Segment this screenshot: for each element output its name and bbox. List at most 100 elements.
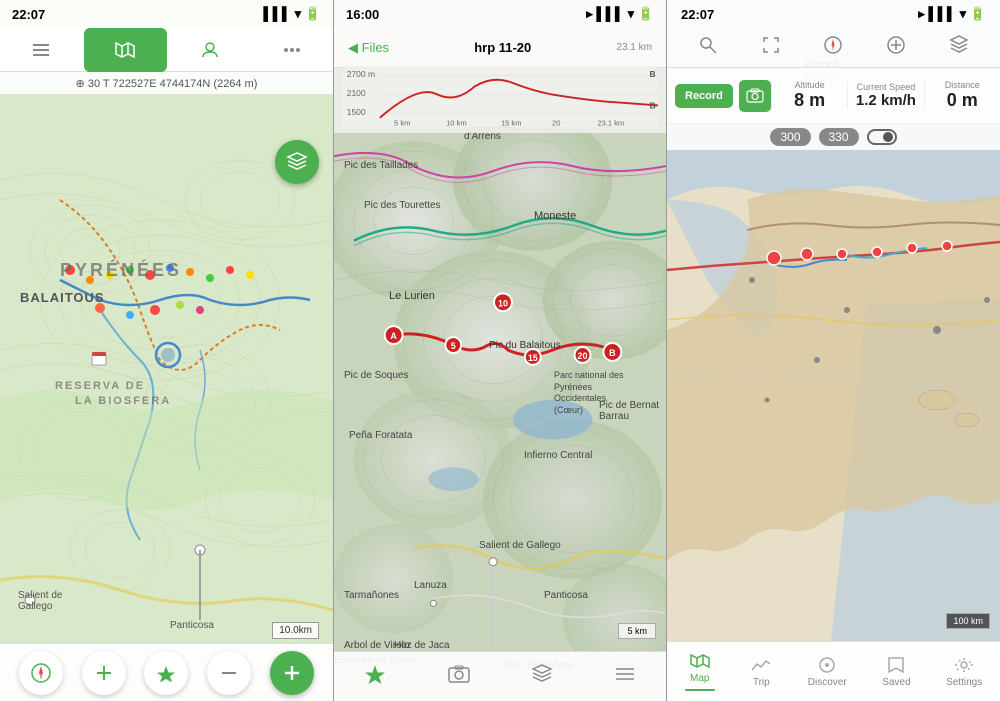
- infierno-label: Infierno Central: [524, 450, 592, 461]
- location-button-1[interactable]: [144, 651, 188, 695]
- tab-map-label: Map: [690, 673, 709, 684]
- scale-text-1: 10.0km: [279, 625, 312, 636]
- scale-text-3: 100 km: [953, 616, 983, 626]
- layers-button-3[interactable]: [949, 35, 969, 60]
- time-1: 22:07: [12, 7, 45, 22]
- camera-button[interactable]: [739, 80, 771, 112]
- compass-button[interactable]: [19, 651, 63, 695]
- altitude-stat: Altitude 8 m: [771, 80, 847, 111]
- tarmañones-label: Tarmañones: [344, 590, 399, 601]
- svg-text:20: 20: [578, 351, 588, 361]
- pyrenes-label: PYRÉNÉES: [60, 260, 182, 281]
- camera-btn-2[interactable]: [439, 655, 479, 698]
- svg-text:5 km: 5 km: [394, 118, 410, 127]
- layers-btn-2[interactable]: [523, 655, 561, 698]
- svg-text:23.1 km: 23.1 km: [597, 118, 624, 127]
- layers-button[interactable]: [275, 140, 319, 184]
- more-button[interactable]: [251, 28, 333, 72]
- svg-text:A: A: [390, 331, 397, 341]
- tab-trip-label: Trip: [753, 677, 770, 688]
- lanuza-label: Lanuza: [414, 580, 447, 591]
- map-tab-button[interactable]: [84, 28, 166, 72]
- panticosa-label: Panticosa: [170, 620, 214, 631]
- zoom-out-button[interactable]: [207, 651, 251, 695]
- tab-saved[interactable]: Saved: [882, 656, 910, 688]
- moneste-label: Moneste: [534, 210, 576, 222]
- record-button[interactable]: Record: [675, 84, 733, 108]
- map-toolbar-3: [667, 28, 1000, 68]
- speed-stat: Current Speed 1.2 km/h: [847, 82, 923, 109]
- route-title: hrp 11-20: [474, 40, 531, 55]
- speed-value: 1.2 km/h: [856, 92, 916, 109]
- svg-text:2700 m: 2700 m: [347, 69, 375, 79]
- panel-map-2: A 5 10 15 20 B 16:00 ▸ ▌▌▌ ▾ 🔋 ◀ Files h…: [333, 0, 667, 701]
- svg-text:B: B: [609, 348, 616, 358]
- distance-label: Distance: [945, 80, 980, 90]
- plus-button-3[interactable]: [886, 35, 906, 60]
- hoz-label: Hoz de Jaca: [394, 640, 450, 651]
- peña-label: Peña Foratata: [349, 430, 412, 441]
- status-bar-1: 22:07 ▌▌▌ ▾ 🔋: [0, 0, 333, 28]
- stats-bar: Record Altitude 8 m Current Speed 1.2 km…: [667, 68, 1000, 124]
- reserva-label: RESERVA DE: [55, 380, 145, 392]
- time-2: 16:00: [346, 7, 379, 22]
- svg-text:B: B: [649, 100, 655, 110]
- taillades-label: Pic des Taillades: [344, 160, 418, 171]
- bottom-toolbar-1: [0, 643, 333, 701]
- panticosa2-label: Panticosa: [544, 590, 588, 601]
- tab-trip[interactable]: Trip: [750, 656, 772, 688]
- tourettes-label: Pic des Tourettes: [364, 200, 441, 211]
- balaitous-label: BALAITOUS: [20, 290, 105, 305]
- add-button[interactable]: [270, 651, 314, 695]
- expand-button-3[interactable]: [761, 35, 781, 60]
- nav-distances: 23.1 km: [616, 42, 652, 53]
- nav-bar-2: ◀ Files hrp 11-20 23.1 km: [334, 28, 666, 68]
- counter-val2[interactable]: 330: [819, 128, 859, 146]
- svg-text:15: 15: [528, 353, 538, 363]
- status-bar-3: 22:07 ▸ ▌▌▌ ▾ 🔋: [667, 0, 1000, 28]
- time-3: 22:07: [681, 7, 714, 22]
- zoom-in-button[interactable]: [82, 651, 126, 695]
- files-back-button[interactable]: ◀ Files: [348, 40, 389, 56]
- svg-text:B: B: [649, 69, 655, 79]
- lurien-label: Le Lurien: [389, 290, 435, 302]
- search-button-3[interactable]: [698, 35, 718, 60]
- coordinate-bar: ⊕ 30 T 722527E 4744174N (2264 m): [0, 72, 333, 94]
- scale-bar-2: 5 km: [618, 623, 656, 639]
- bernat-label: Pic de BernatBarrau: [599, 400, 659, 422]
- salient-label: Salient deGallego: [18, 590, 62, 612]
- compass-button-3[interactable]: [823, 35, 843, 60]
- bottom-nav-3: Map Trip Discover Saved Settings: [667, 641, 1000, 701]
- counter-val1[interactable]: 300: [770, 128, 810, 146]
- location-btn-2[interactable]: [356, 655, 394, 698]
- tab-discover[interactable]: Discover: [808, 656, 847, 688]
- tab-discover-label: Discover: [808, 677, 847, 688]
- elevation-bar: 2700 m 2100 1500 5 km 10 km 15 km 20 23.…: [334, 68, 666, 133]
- distance-stat: Distance 0 m: [924, 80, 1000, 111]
- salient2-label: Salient de Gallego: [479, 540, 561, 551]
- profile-button[interactable]: [169, 28, 251, 72]
- altitude-label: Altitude: [795, 80, 825, 90]
- svg-text:1500: 1500: [347, 107, 366, 117]
- speed-label: Current Speed: [857, 82, 916, 92]
- tab-map[interactable]: Map: [685, 652, 715, 691]
- counter-bar: 300 330: [667, 124, 1000, 150]
- svg-text:20: 20: [552, 118, 560, 127]
- svg-text:5: 5: [451, 341, 456, 351]
- panel-map-3: Accord 22:07 ▸ ▌▌▌ ▾ 🔋 Record Altitude: [667, 0, 1000, 701]
- location-icon-2: ▸ ▌▌▌ ▾ 🔋: [586, 6, 654, 22]
- toggle-switch[interactable]: [867, 129, 897, 145]
- soques-label: Pic de Soques: [344, 370, 409, 381]
- tab-settings-label: Settings: [946, 677, 982, 688]
- scale-bar-3: 100 km: [946, 613, 990, 629]
- distance-value: 0 m: [947, 90, 978, 111]
- menu-button[interactable]: [0, 28, 82, 72]
- scale-bar-1: 10.0km: [272, 622, 319, 639]
- panel-map-1: 22:07 ▌▌▌ ▾ 🔋 ⊕ 30 T 722527E 4744174N (2…: [0, 0, 333, 701]
- tab-settings[interactable]: Settings: [946, 656, 982, 688]
- tab-saved-label: Saved: [882, 677, 910, 688]
- status-icons-1: ▌▌▌ ▾ 🔋: [263, 6, 321, 22]
- biosfera-label: LA BIOSFERA: [75, 395, 171, 407]
- bottom-toolbar-2: [334, 651, 666, 701]
- list-btn-2[interactable]: [606, 655, 644, 698]
